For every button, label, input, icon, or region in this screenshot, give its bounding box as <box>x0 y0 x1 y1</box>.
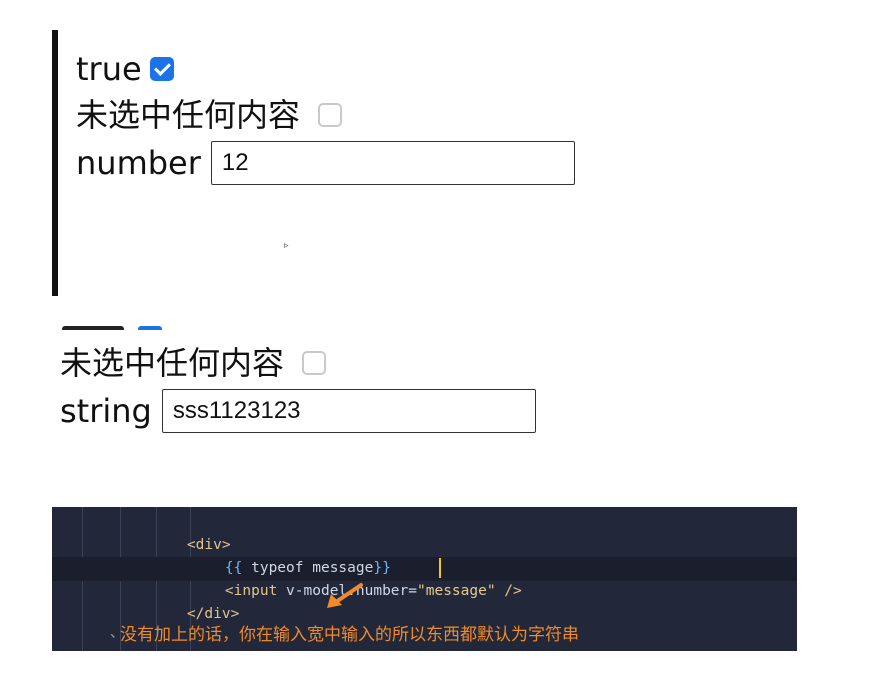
arrow-icon <box>327 583 363 608</box>
number-label: number <box>76 144 201 182</box>
string-label: string <box>60 392 152 430</box>
panel-left-border <box>52 30 58 296</box>
checked-checkbox[interactable] <box>149 57 174 81</box>
number-input-value: 12 <box>221 149 249 176</box>
number-input[interactable]: 12 <box>210 141 575 185</box>
string-input[interactable]: sss1123123 <box>161 389 536 433</box>
row-unchecked: 未选中任何内容 <box>76 95 343 135</box>
unselected-label-2: 未选中任何内容 <box>60 344 285 382</box>
row-string: string sss1123123 <box>60 389 536 433</box>
annotation-text: 没有加上的话，你在输入宽中输入的所以东西都默认为字符串 <box>120 625 579 645</box>
row-unchecked-2: 未选中任何内容 <box>60 343 327 383</box>
mouse-pointer-icon: ▹ <box>284 241 289 251</box>
unchecked-checkbox[interactable] <box>318 103 343 127</box>
true-label: true <box>76 50 142 88</box>
unselected-label: 未选中任何内容 <box>76 96 301 134</box>
text-cursor <box>439 558 441 578</box>
unchecked-checkbox-2[interactable] <box>302 351 327 375</box>
clipped-row-fragment <box>62 318 172 330</box>
row-true: true <box>76 49 174 89</box>
string-input-value: sss1123123 <box>172 397 301 424</box>
row-number: number 12 <box>76 141 575 185</box>
